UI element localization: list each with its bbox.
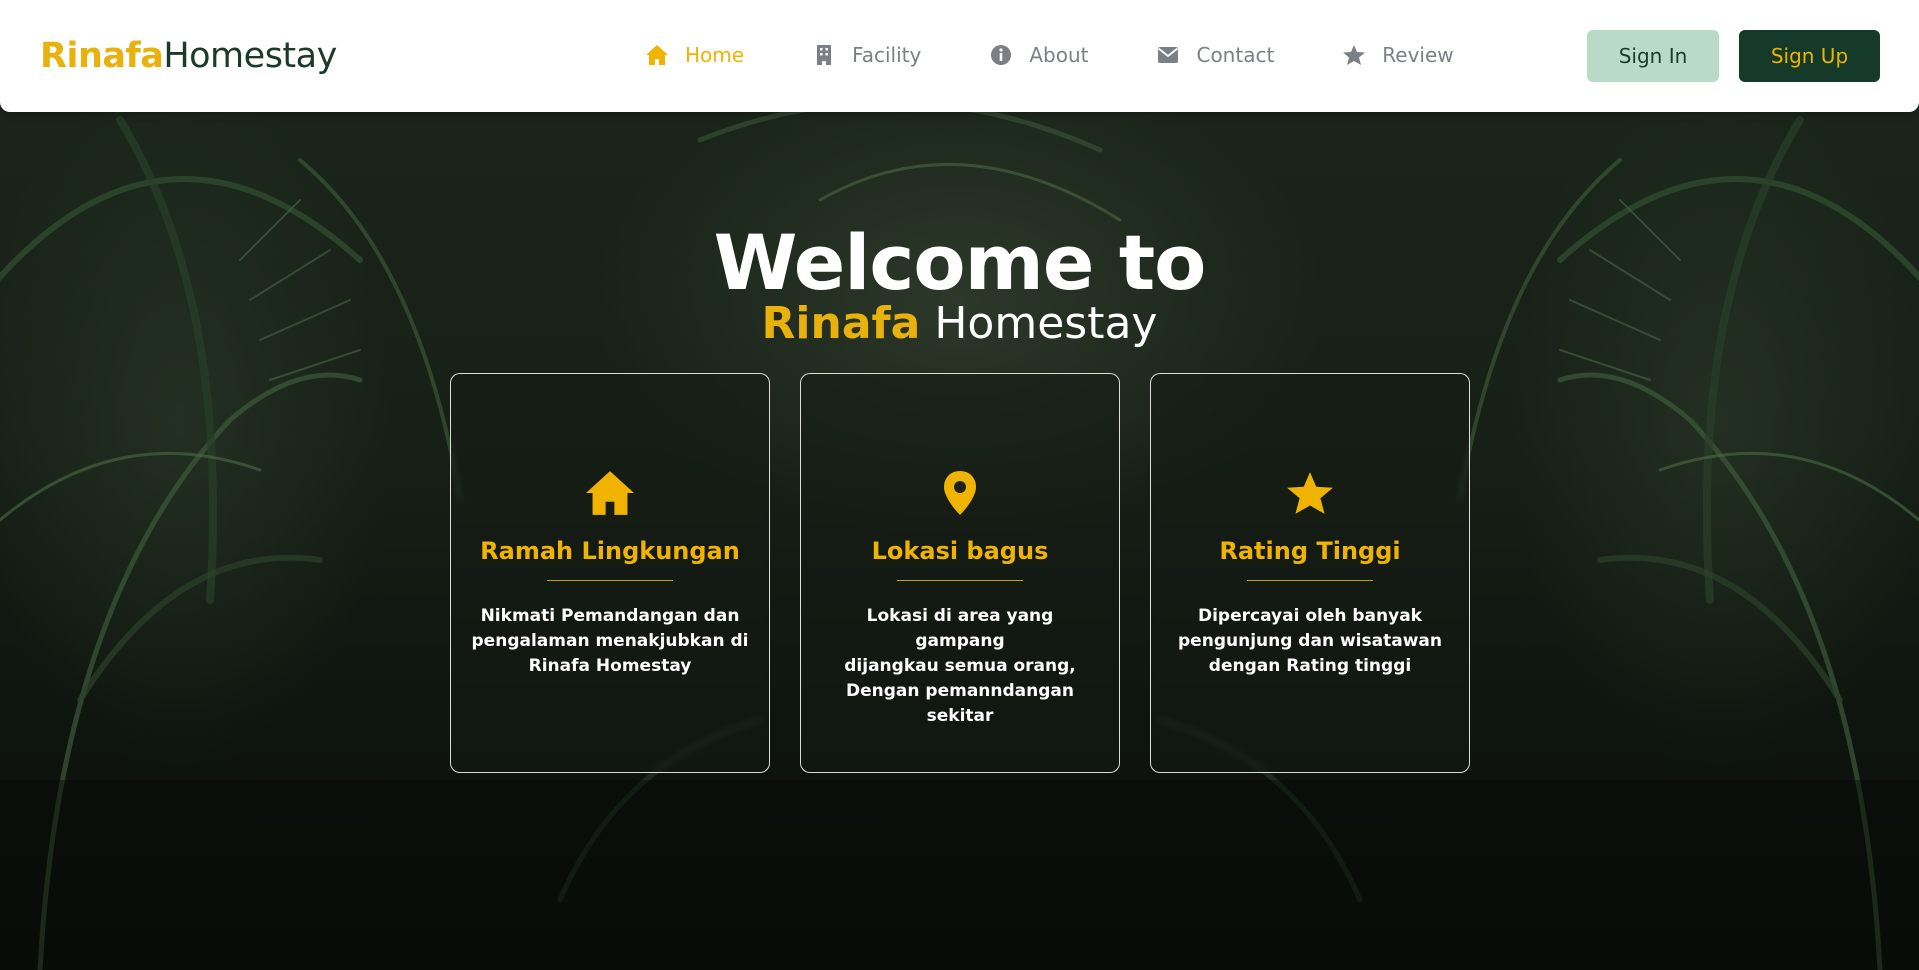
nav-item-label: Facility (852, 43, 922, 67)
feature-card-divider (897, 580, 1023, 581)
hero-subtitle-brand: Rinafa (761, 298, 921, 349)
top-navbar: RinafaHomestay Home Facility About Conta… (0, 0, 1919, 112)
home-icon (645, 43, 669, 67)
hero-subtitle: Rinafa Homestay (0, 296, 1919, 352)
nav-item-label: Home (685, 43, 745, 67)
star-icon (1342, 43, 1366, 67)
nav-item-label: Review (1382, 43, 1454, 67)
building-icon (812, 43, 836, 67)
feature-card: Rating Tinggi Dipercayai oleh banyak pen… (1150, 373, 1470, 773)
feature-card-title: Ramah Lingkungan (480, 537, 740, 565)
feature-cards: Ramah Lingkungan Nikmati Pemandangan dan… (450, 373, 1500, 773)
envelope-icon (1156, 43, 1180, 67)
home-icon (451, 469, 769, 517)
feature-card-text: Dipercayai oleh banyak pengunjung dan wi… (1178, 606, 1442, 676)
logo-brand-text: Rinafa (40, 36, 164, 76)
nav-item-label: Contact (1196, 43, 1275, 67)
star-icon (1151, 469, 1469, 517)
feature-card-divider (1247, 580, 1373, 581)
nav-item-contact[interactable]: Contact (1156, 40, 1274, 70)
feature-card-text: Lokasi di area yang gampang dijangkau se… (844, 606, 1076, 726)
feature-card-divider (547, 580, 673, 581)
nav-item-review[interactable]: Review (1342, 40, 1454, 70)
hero-subtitle-rest: Homestay (934, 298, 1158, 349)
feature-card: Lokasi bagus Lokasi di area yang gampang… (800, 373, 1120, 773)
map-pin-icon (801, 469, 1119, 517)
nav-item-home[interactable]: Home (645, 40, 744, 70)
feature-card-text: Nikmati Pemandangan dan pengalaman menak… (471, 606, 749, 676)
nav-item-facility[interactable]: Facility (812, 40, 921, 70)
feature-card-title: Lokasi bagus (871, 537, 1049, 565)
hero-title: Welcome to (713, 218, 1207, 307)
feature-card-title: Rating Tinggi (1219, 537, 1401, 565)
nav-item-about[interactable]: About (989, 40, 1088, 70)
logo-rest-text: Homestay (163, 36, 337, 76)
site-logo[interactable]: RinafaHomestay (40, 34, 337, 78)
sign-in-button[interactable]: Sign In (1587, 30, 1719, 82)
nav-links: Home Facility About Contact Review (645, 40, 1522, 70)
nav-item-label: About (1029, 43, 1089, 67)
info-icon (989, 43, 1013, 67)
feature-card: Ramah Lingkungan Nikmati Pemandangan dan… (450, 373, 770, 773)
sign-up-button[interactable]: Sign Up (1739, 30, 1880, 82)
